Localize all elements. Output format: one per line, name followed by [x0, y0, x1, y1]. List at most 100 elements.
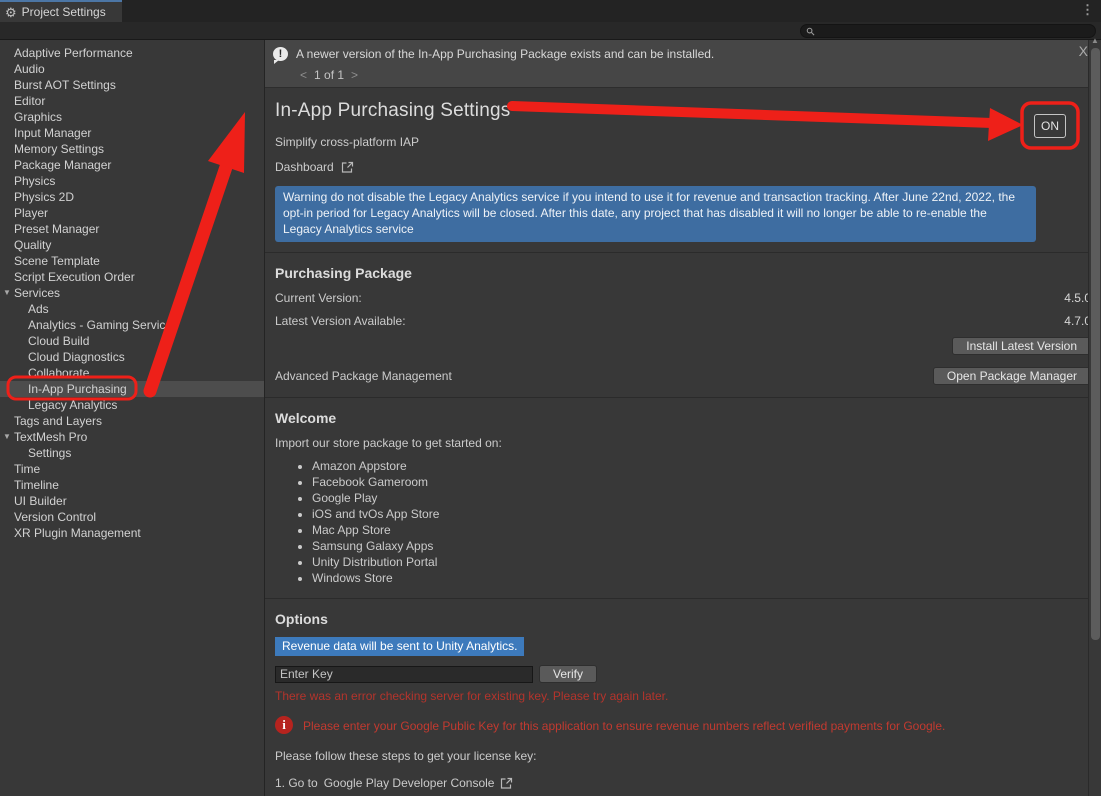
search-input[interactable]	[819, 25, 1090, 37]
dashboard-link[interactable]: Dashboard	[275, 160, 334, 174]
sidebar-item-preset-manager[interactable]: Preset Manager	[0, 221, 264, 237]
sidebar-item-scene-template[interactable]: Scene Template	[0, 253, 264, 269]
pager-next-icon[interactable]: >	[351, 68, 358, 82]
sidebar-item-graphics[interactable]: Graphics	[0, 109, 264, 125]
store-list-item: Unity Distribution Portal	[312, 554, 1091, 570]
sidebar-item-label: Services	[14, 286, 60, 300]
notification-bubble-icon: !	[273, 47, 288, 61]
toolbar	[0, 22, 1101, 40]
banner-close-icon[interactable]: X	[1079, 43, 1088, 59]
pager-prev-icon[interactable]: <	[300, 68, 307, 82]
purchasing-package-heading: Purchasing Package	[275, 265, 1091, 281]
sidebar-item-quality[interactable]: Quality	[0, 237, 264, 253]
iap-toggle-on-button[interactable]: ON	[1034, 114, 1066, 138]
revenue-note-chip: Revenue data will be sent to Unity Analy…	[275, 637, 524, 656]
sidebar-item-settings[interactable]: Settings	[0, 445, 264, 461]
sidebar-item-adaptive-performance[interactable]: Adaptive Performance	[0, 45, 264, 61]
pager-count: 1 of 1	[314, 68, 344, 82]
sidebar-item-label: Package Manager	[14, 158, 111, 172]
sidebar-item-label: Adaptive Performance	[14, 46, 133, 60]
page-title: In-App Purchasing Settings	[275, 100, 1089, 122]
sidebar-item-memory-settings[interactable]: Memory Settings	[0, 141, 264, 157]
sidebar-item-label: Input Manager	[14, 126, 91, 140]
welcome-heading: Welcome	[275, 410, 1091, 426]
sidebar-item-collaborate[interactable]: Collaborate	[0, 365, 264, 381]
sidebar-item-label: Physics 2D	[14, 190, 74, 204]
sidebar-item-label: Audio	[14, 62, 45, 76]
external-link-icon[interactable]	[500, 777, 513, 790]
tab-project-settings[interactable]: ⚙ Project Settings	[0, 0, 122, 22]
sidebar-item-xr-plugin-management[interactable]: XR Plugin Management	[0, 525, 264, 541]
sidebar-item-tags-and-layers[interactable]: Tags and Layers	[0, 413, 264, 429]
sidebar-item-label: Quality	[14, 238, 51, 252]
gear-icon: ⚙	[5, 6, 17, 19]
scrollbar-thumb[interactable]	[1091, 48, 1100, 640]
options-heading: Options	[275, 611, 1091, 627]
sidebar-item-burst-aot-settings[interactable]: Burst AOT Settings	[0, 77, 264, 93]
sidebar-item-services[interactable]: ▼Services	[0, 285, 264, 301]
sidebar-item-label: Ads	[28, 302, 49, 316]
sidebar-item-version-control[interactable]: Version Control	[0, 509, 264, 525]
sidebar-item-input-manager[interactable]: Input Manager	[0, 125, 264, 141]
sidebar-item-label: Version Control	[14, 510, 96, 524]
advanced-package-label: Advanced Package Management	[275, 369, 452, 383]
store-list-item: iOS and tvOs App Store	[312, 506, 1091, 522]
foldout-triangle-icon[interactable]: ▼	[3, 429, 11, 445]
sidebar-item-label: Tags and Layers	[14, 414, 102, 428]
page-subtitle: Simplify cross-platform IAP	[275, 135, 1089, 149]
external-link-icon[interactable]	[341, 161, 354, 174]
sidebar-item-cloud-build[interactable]: Cloud Build	[0, 333, 264, 349]
kebab-menu-icon[interactable]: ⋮	[1081, 2, 1094, 18]
sidebar-item-player[interactable]: Player	[0, 205, 264, 221]
store-list-item: Facebook Gameroom	[312, 474, 1091, 490]
sidebar-item-physics-2d[interactable]: Physics 2D	[0, 189, 264, 205]
banner-text: A newer version of the In-App Purchasing…	[296, 47, 714, 61]
sidebar-item-label: Burst AOT Settings	[14, 78, 116, 92]
sidebar-item-in-app-purchasing[interactable]: In-App Purchasing	[0, 381, 264, 397]
sidebar-item-script-execution-order[interactable]: Script Execution Order	[0, 269, 264, 285]
options-section: Options Revenue data will be sent to Uni…	[265, 599, 1101, 796]
scroll-up-arrow-icon[interactable]: ▲	[1091, 36, 1099, 45]
sidebar-item-label: Cloud Diagnostics	[28, 350, 125, 364]
step1-prefix: 1. Go to	[275, 776, 318, 790]
sidebar-item-timeline[interactable]: Timeline	[0, 477, 264, 493]
steps-intro: Please follow these steps to get your li…	[275, 749, 1091, 763]
tab-title: Project Settings	[22, 5, 106, 19]
sidebar-item-label: In-App Purchasing	[28, 382, 127, 396]
search-box[interactable]	[800, 24, 1096, 38]
settings-sidebar: Adaptive Performance Audio Burst AOT Setti…	[0, 40, 265, 796]
sidebar-item-physics[interactable]: Physics	[0, 173, 264, 189]
sidebar-item-audio[interactable]: Audio	[0, 61, 264, 77]
sidebar-item-label: Memory Settings	[14, 142, 104, 156]
sidebar-item-time[interactable]: Time	[0, 461, 264, 477]
store-list-item: Amazon Appstore	[312, 458, 1091, 474]
open-package-manager-button[interactable]: Open Package Manager	[933, 367, 1091, 385]
foldout-triangle-icon[interactable]: ▼	[3, 285, 11, 301]
google-play-console-link[interactable]: Google Play Developer Console	[324, 776, 495, 790]
sidebar-item-editor[interactable]: Editor	[0, 93, 264, 109]
store-list: Amazon AppstoreFacebook GameroomGoogle P…	[275, 458, 1091, 586]
sidebar-item-label: Graphics	[14, 110, 62, 124]
store-list-item: Windows Store	[312, 570, 1091, 586]
store-list-item: Samsung Galaxy Apps	[312, 538, 1091, 554]
welcome-section: Welcome Import our store package to get …	[265, 398, 1101, 598]
info-icon: i	[275, 716, 293, 734]
sidebar-item-label: Timeline	[14, 478, 59, 492]
verify-button[interactable]: Verify	[539, 665, 597, 683]
latest-version-label: Latest Version Available:	[275, 314, 406, 328]
sidebar-item-label: Collaborate	[28, 366, 89, 380]
sidebar-item-package-manager[interactable]: Package Manager	[0, 157, 264, 173]
vertical-scrollbar[interactable]: ▲	[1088, 40, 1101, 796]
sidebar-item-legacy-analytics[interactable]: Legacy Analytics	[0, 397, 264, 413]
sidebar-item-ads[interactable]: Ads	[0, 301, 264, 317]
google-key-note: Please enter your Google Public Key for …	[303, 716, 945, 733]
install-latest-version-button[interactable]: Install Latest Version	[952, 337, 1091, 355]
sidebar-item-analytics-gaming-services[interactable]: Analytics - Gaming Services	[0, 317, 264, 333]
sidebar-item-cloud-diagnostics[interactable]: Cloud Diagnostics	[0, 349, 264, 365]
project-settings-window: ⚙ Project Settings ⋮ Adaptive Performanc…	[0, 0, 1101, 796]
sidebar-item-label: Cloud Build	[28, 334, 89, 348]
sidebar-item-ui-builder[interactable]: UI Builder	[0, 493, 264, 509]
sidebar-item-textmesh-pro[interactable]: ▼TextMesh Pro	[0, 429, 264, 445]
sidebar-item-label: Editor	[14, 94, 45, 108]
google-key-input[interactable]	[275, 666, 533, 683]
